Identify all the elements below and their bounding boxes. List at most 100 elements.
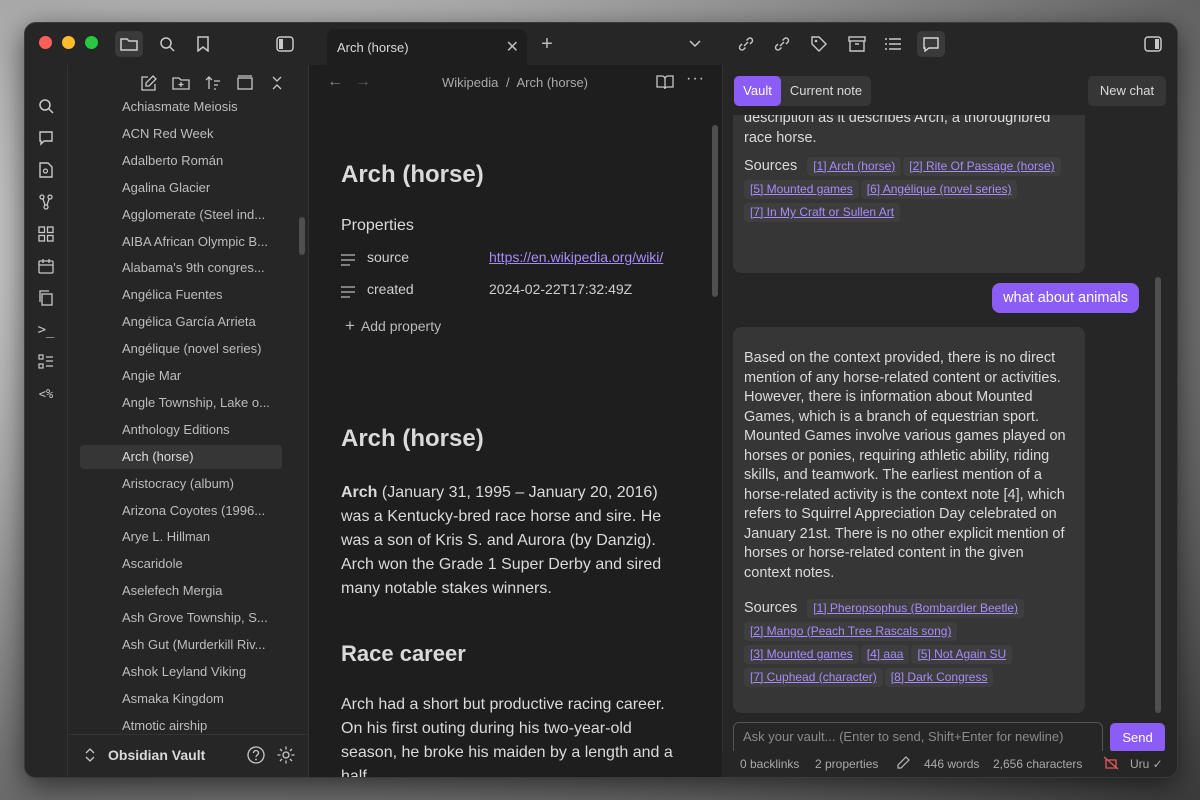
file-item[interactable]: Arch (horse) bbox=[80, 444, 282, 469]
zoom-window-button[interactable] bbox=[85, 36, 98, 49]
editor-scrollbar[interactable] bbox=[712, 125, 718, 297]
new-folder-icon[interactable] bbox=[169, 71, 193, 95]
source-link[interactable]: [3] Mounted games bbox=[744, 645, 859, 664]
right-sidebar-toggle-icon[interactable] bbox=[1139, 31, 1167, 57]
source-link[interactable]: [6] Angélique (novel series) bbox=[860, 180, 1018, 199]
tag-icon[interactable] bbox=[805, 31, 833, 57]
copy-icon[interactable] bbox=[32, 285, 60, 311]
source-link[interactable]: [7] In My Craft or Sullen Art bbox=[744, 203, 901, 222]
bookmark-icon[interactable] bbox=[189, 31, 217, 57]
tab-vault[interactable]: Vault bbox=[734, 76, 781, 106]
chat-mode-tabs: Vault Current note bbox=[734, 76, 871, 106]
file-item[interactable]: Arizona Coyotes (1996... bbox=[80, 499, 282, 523]
file-item[interactable]: Agalina Glacier bbox=[80, 176, 282, 200]
add-property-button[interactable]: + Add property bbox=[345, 316, 441, 336]
new-tab-icon[interactable]: + bbox=[533, 31, 561, 57]
search-icon[interactable] bbox=[32, 93, 60, 119]
search-icon[interactable] bbox=[153, 31, 181, 57]
file-item[interactable]: Ash Gut (Murderkill Riv... bbox=[80, 633, 282, 657]
new-note-icon[interactable] bbox=[137, 71, 161, 95]
left-sidebar-toggle-icon[interactable] bbox=[271, 31, 299, 57]
files-icon[interactable] bbox=[115, 31, 143, 57]
file-item[interactable]: Aselefech Mergia bbox=[80, 579, 282, 603]
reading-view-book-icon[interactable] bbox=[656, 74, 674, 93]
source-link[interactable]: [5] Not Again SU bbox=[911, 645, 1013, 664]
file-item[interactable]: Angélica Fuentes bbox=[80, 283, 282, 307]
template-icon[interactable]: <% bbox=[32, 381, 60, 407]
sync-off-icon[interactable] bbox=[1103, 756, 1119, 773]
file-item[interactable]: AIBA African Olympic B... bbox=[80, 230, 282, 254]
file-item[interactable]: Ash Grove Township, S... bbox=[80, 606, 282, 630]
tab-list-chevron-down-icon[interactable] bbox=[681, 31, 709, 57]
outline-list-icon[interactable] bbox=[879, 31, 907, 57]
more-options-icon[interactable]: ··· bbox=[686, 70, 705, 88]
file-item[interactable]: Arye L. Hillman bbox=[80, 525, 282, 549]
breadcrumb-parent[interactable]: Wikipedia bbox=[442, 75, 498, 90]
file-item[interactable]: Achiasmate Meiosis bbox=[80, 101, 282, 119]
file-item[interactable]: Asmaka Kingdom bbox=[80, 687, 282, 711]
send-button[interactable]: Send bbox=[1110, 723, 1165, 753]
message-text: Based on the context provided, there is … bbox=[744, 350, 1066, 581]
calendar-icon[interactable] bbox=[32, 253, 60, 279]
comment-icon[interactable] bbox=[32, 125, 60, 151]
close-window-button[interactable] bbox=[39, 36, 52, 49]
checklist-icon[interactable] bbox=[32, 349, 60, 375]
link-add-icon[interactable] bbox=[732, 31, 760, 57]
file-item[interactable]: Alabama's 9th congres... bbox=[80, 256, 282, 280]
file-item[interactable]: Angle Township, Lake o... bbox=[80, 391, 282, 415]
file-item[interactable]: Agglomerate (Steel ind... bbox=[80, 203, 282, 227]
tab-current-note[interactable]: Current note bbox=[781, 76, 871, 106]
collapse-all-icon[interactable] bbox=[265, 71, 289, 95]
tab-arch-horse[interactable]: Arch (horse) ✕ bbox=[327, 29, 527, 65]
chat-scrollbar[interactable] bbox=[1155, 277, 1161, 713]
file-item[interactable]: ACN Red Week bbox=[80, 122, 282, 146]
note-title[interactable]: Arch (horse) bbox=[341, 161, 484, 189]
source-link[interactable]: [5] Mounted games bbox=[744, 180, 859, 199]
settings-gear-icon[interactable] bbox=[276, 745, 296, 770]
source-link[interactable]: [2] Mango (Peach Tree Rascals song) bbox=[744, 622, 958, 641]
link-out-icon[interactable] bbox=[768, 31, 796, 57]
sort-icon[interactable] bbox=[201, 71, 225, 95]
file-item[interactable]: Adalberto Román bbox=[80, 149, 282, 173]
help-icon[interactable] bbox=[246, 745, 266, 770]
status-sync[interactable]: Uru ✓ bbox=[1130, 757, 1163, 771]
assistant-message: description as it describes Arch, a thor… bbox=[733, 115, 1085, 273]
property-created[interactable]: created 2024-02-22T17:32:49Z bbox=[341, 281, 681, 309]
vault-name[interactable]: Obsidian Vault bbox=[108, 747, 205, 763]
source-link[interactable]: [1] Arch (horse) bbox=[807, 157, 902, 176]
file-item[interactable]: Angie Mar bbox=[80, 364, 282, 388]
status-properties[interactable]: 2 properties bbox=[815, 757, 878, 771]
source-link[interactable]: [7] Cuphead (character) bbox=[744, 668, 883, 687]
grid-icon[interactable] bbox=[32, 221, 60, 247]
file-search-icon[interactable] bbox=[32, 157, 60, 183]
sources-label: Sources bbox=[744, 158, 798, 174]
file-item[interactable]: Angélique (novel series) bbox=[80, 337, 282, 361]
source-link[interactable]: [1] Pheropsophus (Bombardier Beetle) bbox=[807, 599, 1025, 618]
collapse-view-icon[interactable] bbox=[233, 71, 257, 95]
file-item[interactable]: Ascaridole bbox=[80, 552, 282, 576]
vault-switch-icon[interactable] bbox=[84, 747, 96, 768]
minimize-window-button[interactable] bbox=[62, 36, 75, 49]
graph-icon[interactable] bbox=[32, 189, 60, 215]
close-tab-icon[interactable]: ✕ bbox=[506, 37, 519, 57]
edit-pencil-icon[interactable] bbox=[896, 756, 910, 773]
source-link[interactable]: [2] Rite Of Passage (horse) bbox=[903, 157, 1061, 176]
terminal-icon[interactable]: >_ bbox=[32, 317, 60, 343]
source-link[interactable]: [4] aaa bbox=[860, 645, 910, 664]
breadcrumb-current[interactable]: Arch (horse) bbox=[516, 75, 588, 90]
file-item[interactable]: Anthology Editions bbox=[80, 418, 282, 442]
new-chat-button[interactable]: New chat bbox=[1088, 76, 1166, 106]
explorer-scrollbar[interactable] bbox=[299, 217, 305, 255]
source-link[interactable]: [8] Dark Congress bbox=[884, 668, 994, 687]
file-item[interactable]: Ashok Leyland Viking bbox=[80, 660, 282, 684]
file-item[interactable]: Angélica García Arrieta bbox=[80, 310, 282, 334]
file-item[interactable]: Aristocracy (album) bbox=[80, 472, 282, 496]
status-backlinks[interactable]: 0 backlinks bbox=[740, 757, 799, 771]
chat-icon[interactable] bbox=[917, 31, 945, 57]
property-list-icon bbox=[341, 285, 355, 301]
property-source[interactable]: source https://en.wikipedia.org/wiki/ bbox=[341, 249, 681, 277]
chat-panel: Vault Current note New chat description … bbox=[722, 65, 1177, 777]
archive-icon[interactable] bbox=[843, 31, 871, 57]
property-source-link[interactable]: https://en.wikipedia.org/wiki/ bbox=[489, 249, 671, 265]
property-value[interactable]: 2024-02-22T17:32:49Z bbox=[489, 281, 632, 297]
